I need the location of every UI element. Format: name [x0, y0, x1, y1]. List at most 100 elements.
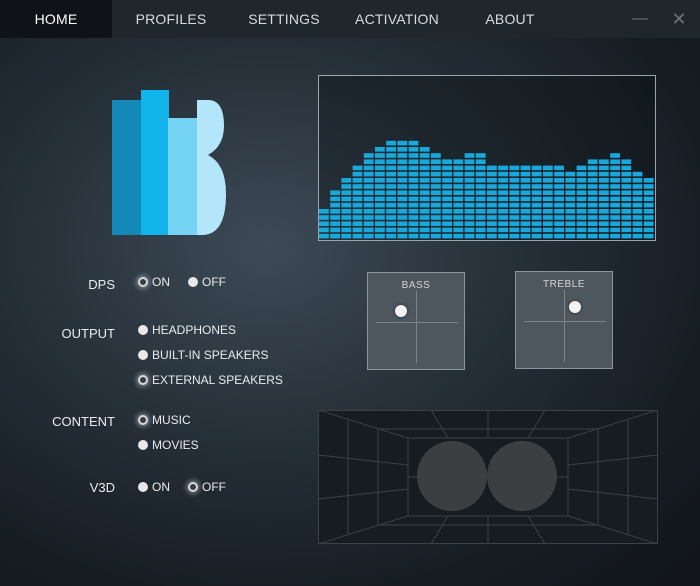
eq-segment — [498, 178, 508, 183]
eq-segment — [599, 233, 609, 239]
eq-band — [531, 165, 542, 239]
eq-segment — [352, 215, 363, 220]
eq-segment — [419, 196, 430, 202]
minimize-icon[interactable]: — — [626, 0, 654, 38]
eq-segment — [352, 202, 363, 208]
eq-segment — [554, 202, 564, 208]
eq-segment — [431, 171, 441, 177]
eq-segment — [520, 221, 531, 226]
eq-segment — [531, 171, 542, 177]
bass-knob[interactable] — [394, 305, 407, 317]
radio-icon[interactable] — [138, 350, 148, 360]
radio-icon[interactable] — [138, 440, 148, 450]
treble-pad[interactable]: TREBLE — [515, 271, 613, 369]
eq-segment — [632, 184, 643, 189]
eq-segment — [375, 159, 385, 164]
v3d-off-option[interactable]: OFF — [188, 480, 226, 494]
tab-activation[interactable]: ACTIVATION — [345, 0, 449, 38]
eq-segment — [498, 215, 508, 220]
eq-segment — [464, 153, 475, 158]
eq-segment — [599, 215, 609, 220]
tab-settings[interactable]: SETTINGS — [234, 0, 334, 38]
eq-segment — [475, 153, 486, 158]
dps-on-option[interactable]: ON — [138, 275, 170, 289]
eq-segment — [363, 159, 374, 164]
eq-segment — [632, 233, 643, 239]
content-movies-option[interactable]: MOVIES — [138, 438, 199, 452]
bass-pad[interactable]: BASS — [367, 272, 465, 370]
eq-segment — [621, 159, 632, 164]
eq-segment — [554, 227, 564, 233]
radio-icon[interactable] — [138, 482, 148, 492]
eq-segment — [419, 202, 430, 208]
bass-pad-horizontal-line — [376, 322, 458, 323]
output-external-speakers-option[interactable]: EXTERNAL SPEAKERS — [138, 373, 283, 387]
close-icon[interactable]: ✕ — [666, 0, 692, 38]
eq-segment — [587, 165, 598, 171]
content-music-option[interactable]: MUSIC — [138, 413, 191, 427]
eq-segment — [453, 209, 464, 214]
eq-segment — [632, 171, 643, 177]
eq-segment — [498, 165, 508, 171]
radio-selected-icon[interactable] — [138, 277, 148, 287]
eq-segment — [464, 178, 475, 183]
eq-segment — [587, 178, 598, 183]
dps-off-option[interactable]: OFF — [188, 275, 226, 289]
logo-bar-1 — [112, 100, 142, 235]
eq-segment — [565, 184, 576, 189]
eq-segment — [363, 202, 374, 208]
eq-segment — [487, 184, 497, 189]
eq-segment — [397, 153, 408, 158]
eq-segment — [531, 215, 542, 220]
treble-knob[interactable] — [568, 301, 581, 313]
eq-segment — [419, 233, 430, 239]
eq-band — [520, 165, 531, 239]
eq-segment — [375, 171, 385, 177]
eq-segment — [453, 233, 464, 239]
eq-segment — [554, 165, 564, 171]
radio-icon[interactable] — [188, 277, 198, 287]
eq-segment — [397, 178, 408, 183]
v3d-on-option[interactable]: ON — [138, 480, 170, 494]
eq-segment — [453, 178, 464, 183]
eq-segment — [554, 221, 564, 226]
eq-segment — [453, 227, 464, 233]
eq-segment — [565, 196, 576, 202]
eq-segment — [531, 233, 542, 239]
eq-segment — [632, 196, 643, 202]
eq-segment — [442, 202, 452, 208]
eq-segment — [419, 165, 430, 171]
eq-segment — [543, 215, 553, 220]
radio-icon[interactable] — [138, 325, 148, 335]
eq-segment — [509, 233, 520, 239]
tab-profiles[interactable]: PROFILES — [121, 0, 221, 38]
eq-segment — [352, 165, 363, 171]
eq-segment — [319, 227, 329, 233]
eq-segment — [498, 202, 508, 208]
eq-band — [397, 140, 408, 239]
eq-segment — [554, 196, 564, 202]
output-headphones-option[interactable]: HEADPHONES — [138, 323, 236, 337]
radio-selected-icon[interactable] — [188, 482, 198, 492]
tab-home[interactable]: HOME — [0, 0, 112, 38]
eq-segment — [543, 165, 553, 171]
treble-label: TREBLE — [543, 279, 585, 290]
eq-segment — [520, 209, 531, 214]
radio-selected-icon[interactable] — [138, 375, 148, 385]
eq-segment — [565, 171, 576, 177]
eq-segment — [375, 190, 385, 195]
eq-segment — [375, 202, 385, 208]
eq-segment — [397, 202, 408, 208]
eq-segment — [610, 171, 620, 177]
eq-segment — [520, 233, 531, 239]
tab-about[interactable]: ABOUT — [463, 0, 557, 38]
eq-segment — [475, 184, 486, 189]
eq-segment — [363, 184, 374, 189]
radio-selected-icon[interactable] — [138, 415, 148, 425]
eq-segment — [464, 171, 475, 177]
eq-segment — [419, 221, 430, 226]
eq-segment — [386, 140, 396, 146]
eq-segment — [621, 202, 632, 208]
output-built-in-speakers-option[interactable]: BUILT-IN SPEAKERS — [138, 348, 268, 362]
eq-band — [375, 147, 385, 239]
